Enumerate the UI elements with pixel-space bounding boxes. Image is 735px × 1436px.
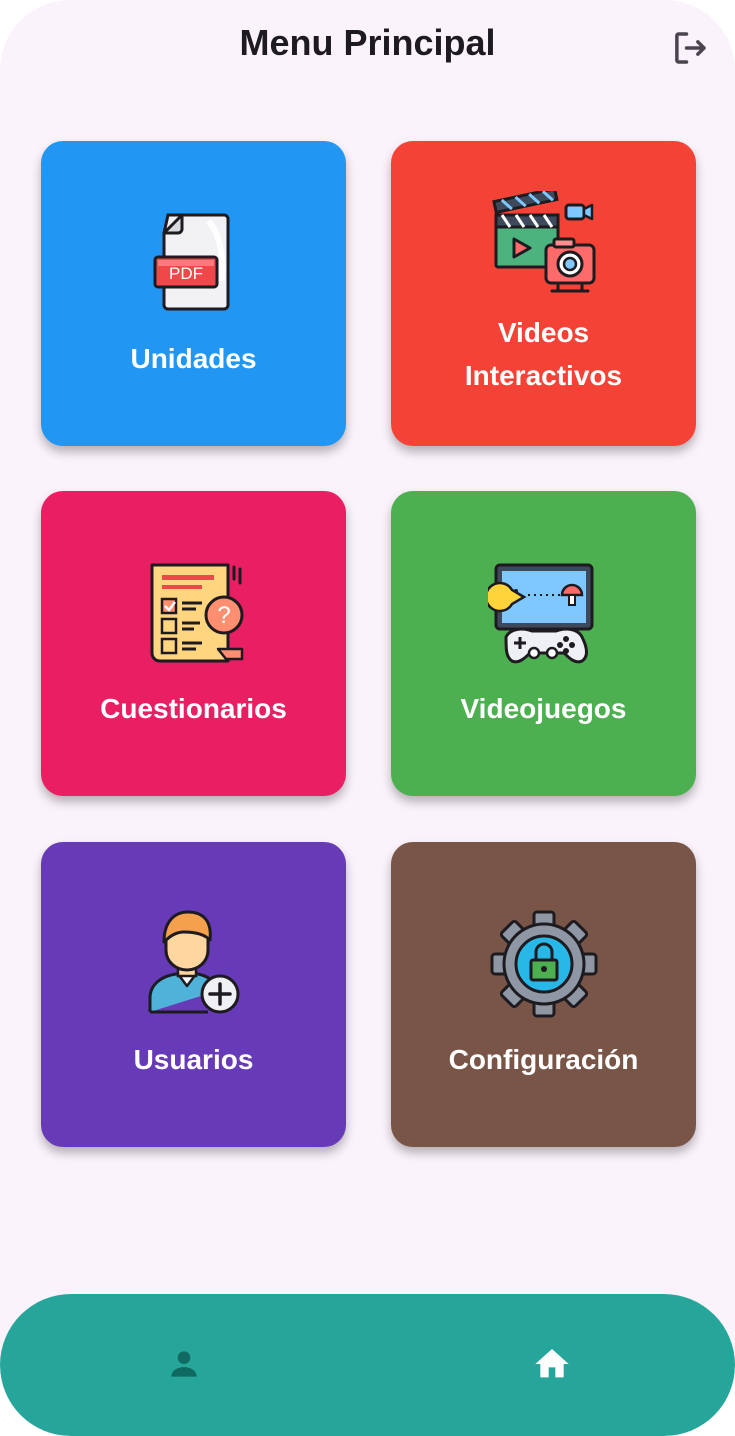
logout-button[interactable] <box>668 26 712 70</box>
card-label-configuracion: Configuración <box>448 1044 639 1075</box>
card-label-usuarios: Usuarios <box>133 1044 254 1075</box>
pdf-badge-text: PDF <box>169 264 203 283</box>
card-label-videos-line1: Videos <box>497 316 590 348</box>
video-clapper-camera-icon <box>488 190 600 303</box>
nav-home-button[interactable] <box>532 1344 572 1384</box>
home-icon <box>535 1349 569 1378</box>
page-title: Menu Principal <box>239 22 496 63</box>
card-videos-interactivos[interactable]: Videos Interactivos <box>391 141 696 446</box>
svg-text:?: ? <box>217 602 230 629</box>
card-cuestionarios[interactable]: ? Cuestionarios <box>41 491 346 796</box>
card-videojuegos[interactable]: Videojuegos <box>391 491 696 796</box>
nav-profile-button[interactable] <box>164 1344 204 1384</box>
pdf-document-icon: PDF <box>138 207 250 319</box>
card-label-videojuegos: Videojuegos <box>460 693 627 724</box>
card-configuracion[interactable]: Configuración <box>391 842 696 1147</box>
card-label-videos-interactivos: Videos Interactivos <box>465 311 622 397</box>
card-usuarios[interactable]: Usuarios <box>41 842 346 1147</box>
bottom-navigation <box>0 1294 735 1436</box>
gear-lock-icon <box>488 908 600 1020</box>
game-controller-icon <box>487 557 600 669</box>
menu-screen: Menu Principal PDF Unidades Videos Inter… <box>0 0 735 1436</box>
card-label-unidades: Unidades <box>130 343 257 374</box>
add-user-icon <box>138 908 250 1020</box>
logout-icon <box>675 32 706 64</box>
person-icon <box>171 1351 197 1377</box>
questionnaire-icon: ? <box>138 557 250 669</box>
card-unidades[interactable]: PDF Unidades <box>41 141 346 446</box>
card-label-cuestionarios: Cuestionarios <box>100 693 287 724</box>
card-label-videos-line2: Interactivos <box>464 359 623 391</box>
